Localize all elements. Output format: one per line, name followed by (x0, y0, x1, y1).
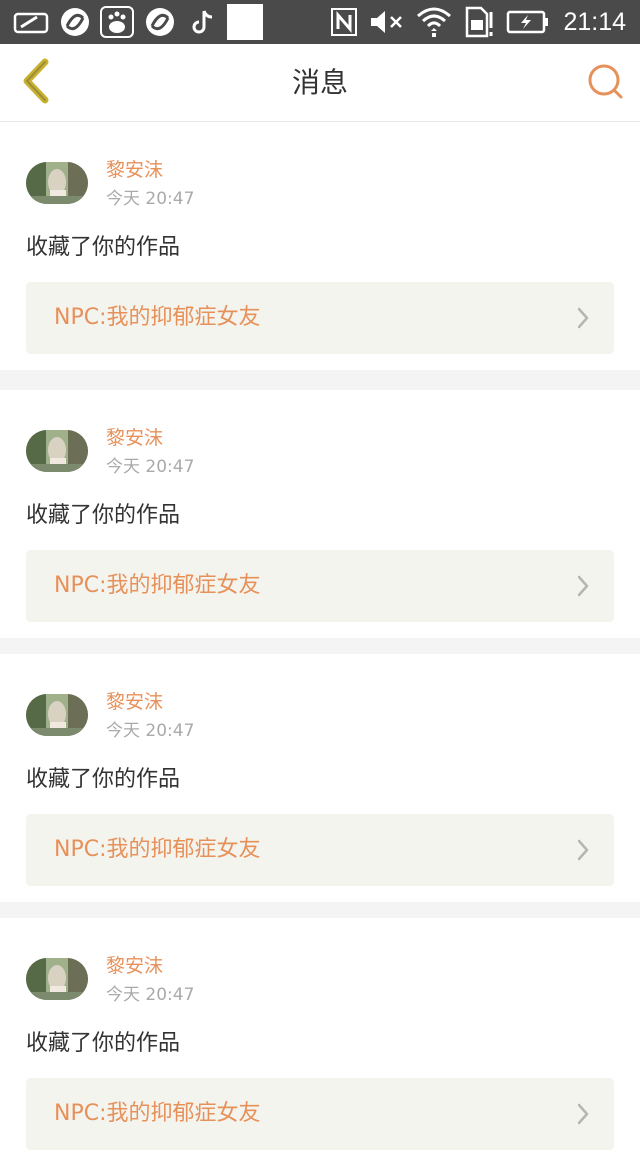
work-link[interactable]: NPC:我的抑郁症女友 (26, 1078, 614, 1150)
status-bar: 21:14 (0, 0, 640, 44)
header: 消息 (0, 44, 640, 122)
status-time: 21:14 (563, 8, 626, 36)
app-icon (143, 7, 177, 37)
message-card: 黎安沫 今天 20:47 收藏了你的作品 NPC:我的抑郁症女友 (0, 390, 640, 638)
battery-charging-icon (506, 7, 550, 37)
message-text: 收藏了你的作品 (26, 1031, 181, 1056)
chevron-right-icon (577, 839, 589, 861)
work-title: NPC:我的抑郁症女友 (54, 305, 261, 330)
avatar[interactable] (26, 694, 88, 736)
message-card: 黎安沫 今天 20:47 收藏了你的作品 NPC:我的抑郁症女友 (0, 918, 640, 1166)
page-title: 消息 (291, 66, 348, 99)
search-button[interactable] (584, 62, 628, 106)
message-text: 收藏了你的作品 (26, 235, 181, 260)
avatar[interactable] (26, 430, 88, 472)
work-link[interactable]: NPC:我的抑郁症女友 (26, 282, 614, 354)
blank-notification-icon (226, 4, 264, 40)
app-icon (58, 7, 92, 37)
wifi-icon (414, 7, 454, 37)
avatar[interactable] (26, 162, 88, 204)
user-name[interactable]: 黎安沫 (106, 690, 163, 714)
tiktok-icon (190, 7, 216, 37)
back-button[interactable] (12, 58, 60, 108)
wallet-icon (12, 7, 52, 37)
message-time: 今天 20:47 (106, 189, 195, 209)
work-title: NPC:我的抑郁症女友 (54, 573, 261, 598)
work-link[interactable]: NPC:我的抑郁症女友 (26, 550, 614, 622)
search-icon (587, 63, 625, 105)
chevron-right-icon (577, 307, 589, 329)
message-time: 今天 20:47 (106, 721, 195, 741)
avatar[interactable] (26, 958, 88, 1000)
work-link[interactable]: NPC:我的抑郁症女友 (26, 814, 614, 886)
message-card: 黎安沫 今天 20:47 收藏了你的作品 NPC:我的抑郁症女友 (0, 122, 640, 370)
sim-icon (462, 6, 496, 38)
chevron-right-icon (577, 575, 589, 597)
message-text: 收藏了你的作品 (26, 767, 181, 792)
work-title: NPC:我的抑郁症女友 (54, 1101, 261, 1126)
nfc-icon (330, 7, 358, 37)
user-name[interactable]: 黎安沫 (106, 426, 163, 450)
message-time: 今天 20:47 (106, 985, 195, 1005)
message-card: 黎安沫 今天 20:47 收藏了你的作品 NPC:我的抑郁症女友 (0, 654, 640, 902)
chevron-right-icon (577, 1103, 589, 1125)
user-name[interactable]: 黎安沫 (106, 954, 163, 978)
baidu-icon (99, 6, 135, 38)
mute-icon (368, 7, 406, 37)
user-name[interactable]: 黎安沫 (106, 158, 163, 182)
message-time: 今天 20:47 (106, 457, 195, 477)
chevron-left-icon (19, 58, 53, 108)
work-title: NPC:我的抑郁症女友 (54, 837, 261, 862)
message-text: 收藏了你的作品 (26, 503, 181, 528)
